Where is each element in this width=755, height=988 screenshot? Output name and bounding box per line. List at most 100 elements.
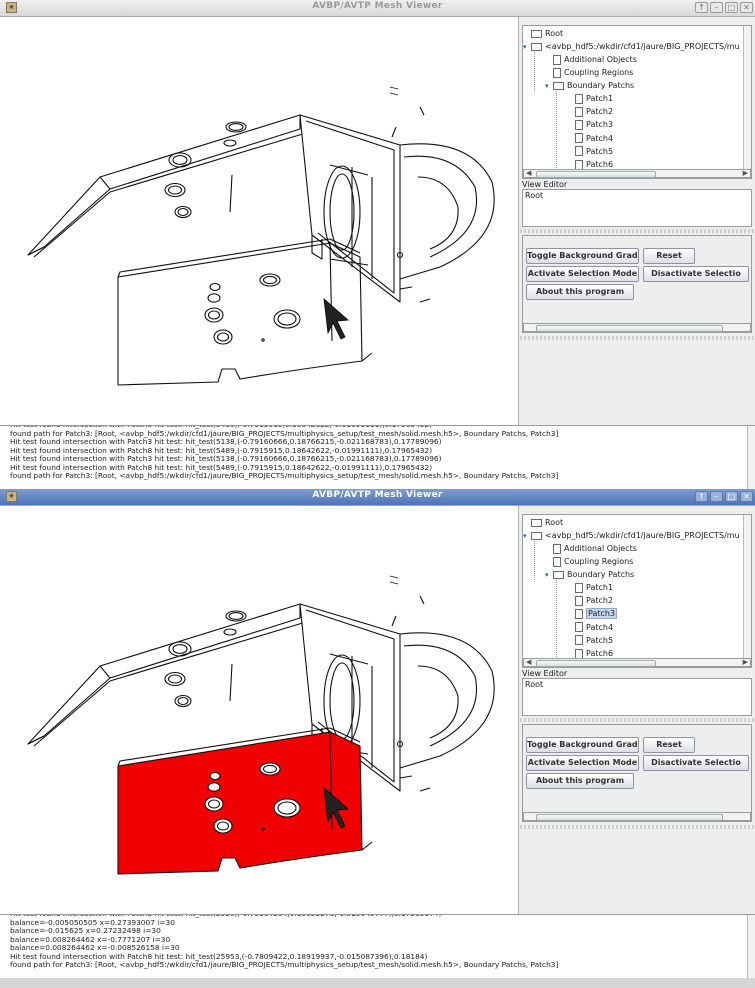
folder-icon: [553, 81, 564, 90]
panel-horizontal-scrollbar[interactable]: [523, 812, 751, 821]
tree-vertical-scrollbar[interactable]: [743, 515, 751, 665]
view-editor-value: Root: [525, 680, 544, 689]
log-line: found path for Patch3: [Root, <avbp_hdf5…: [10, 960, 559, 969]
tree-node-additional-objects[interactable]: Additional Objects: [553, 543, 637, 555]
file-icon: [553, 543, 561, 554]
deactivate-selection-button[interactable]: Disactivate Selectio: [643, 755, 749, 771]
tree-node-file[interactable]: ▾ <avbp_hdf5:/wkdir/cfd1/jaure/BIG_PROJEC…: [523, 41, 740, 53]
maximize-up-icon[interactable]: ↑: [695, 491, 708, 502]
tree-node-label: Boundary Patchs: [567, 81, 635, 90]
center-box: [299, 114, 401, 303]
tree-node-label: Patch4: [586, 622, 614, 632]
log-console[interactable]: Hit test found intersection with Patch3 …: [0, 914, 755, 978]
scroll-left-icon[interactable]: ◀: [526, 658, 531, 666]
close-icon[interactable]: ✕: [740, 2, 753, 13]
expand-toggle-icon[interactable]: ▾: [545, 569, 549, 581]
tree-node-file[interactable]: ▾ <avbp_hdf5:/wkdir/cfd1/jaure/BIG_PROJEC…: [523, 530, 740, 542]
scroll-right-icon[interactable]: ▶: [743, 169, 748, 177]
close-icon[interactable]: ✕: [740, 491, 753, 502]
deactivate-selection-button[interactable]: Disactivate Selectio: [643, 266, 749, 282]
minimize-icon[interactable]: –: [710, 491, 723, 502]
restore-icon[interactable]: □: [725, 2, 738, 13]
reset-button[interactable]: Reset: [643, 737, 695, 753]
view-editor-field[interactable]: Root: [522, 678, 752, 716]
tree-horizontal-scrollbar[interactable]: ◀ ▶: [523, 658, 751, 667]
tree-node-label: Patch5: [586, 635, 614, 645]
view-editor-field[interactable]: Root: [522, 189, 752, 227]
tree-node-coupling-regions[interactable]: Coupling Regions: [553, 556, 633, 568]
splitter[interactable]: [520, 825, 755, 829]
toggle-background-button[interactable]: Toggle Background Grad...: [526, 248, 639, 264]
mesh-geometry[interactable]: [0, 506, 518, 914]
tree-node-label: Additional Objects: [564, 544, 637, 553]
control-panel: Toggle Background Grad... Reset Activate S…: [522, 724, 752, 822]
view-editor-value: Root: [525, 191, 544, 200]
3d-viewport[interactable]: [0, 506, 519, 914]
tree-node-label: <avbp_hdf5:/wkdir/cfd1/jaure/BIG_PROJECT…: [545, 531, 740, 540]
activate-selection-button[interactable]: Activate Selection Mode: [526, 266, 639, 282]
file-icon: [575, 635, 583, 646]
scroll-thumb[interactable]: [536, 814, 723, 821]
minimize-icon[interactable]: –: [710, 2, 723, 13]
tree-node-patch2[interactable]: Patch2: [575, 106, 613, 118]
splitter[interactable]: [520, 718, 755, 722]
reset-button[interactable]: Reset: [643, 248, 695, 264]
toggle-background-button[interactable]: Toggle Background Grad...: [526, 737, 639, 753]
activate-selection-button[interactable]: Activate Selection Mode: [526, 755, 639, 771]
log-line: found path for Patch3: [Root, <avbp_hdf5…: [10, 471, 559, 480]
tree-node-patch5[interactable]: Patch5: [575, 635, 613, 647]
scroll-thumb[interactable]: [536, 660, 656, 667]
file-icon: [575, 93, 583, 104]
about-button[interactable]: About this program: [526, 773, 634, 789]
about-button[interactable]: About this program: [526, 284, 634, 300]
mesh-geometry[interactable]: [0, 17, 518, 425]
restore-icon[interactable]: □: [725, 491, 738, 502]
tree-node-patch4[interactable]: Patch4: [575, 622, 613, 634]
tree-node-boundary-patchs[interactable]: ▾ Boundary Patchs: [545, 80, 635, 92]
file-icon: [553, 54, 561, 65]
folder-icon: [531, 42, 542, 51]
file-icon: [575, 106, 583, 117]
tree-node-patch1[interactable]: Patch1: [575, 93, 613, 105]
panel-horizontal-scrollbar[interactable]: [523, 323, 751, 332]
title-bar[interactable]: ★ AVBP/AVTP Mesh Viewer ↑ – □ ✕: [0, 489, 755, 506]
tree-node-patch3[interactable]: Patch3: [575, 119, 613, 131]
scroll-thumb[interactable]: [536, 325, 723, 332]
splitter[interactable]: [520, 336, 755, 340]
expand-toggle-icon[interactable]: ▾: [523, 41, 527, 53]
lower-plate-holes: [204, 273, 301, 345]
tree-node-label: Patch1: [586, 583, 614, 592]
tree-node-coupling-regions[interactable]: Coupling Regions: [553, 67, 633, 79]
object-tree[interactable]: Root ▾ <avbp_hdf5:/wkdir/cfd1/jaure/BIG_PR…: [522, 514, 752, 668]
scroll-thumb[interactable]: [536, 171, 656, 178]
console-vertical-scrollbar[interactable]: [747, 915, 755, 978]
tree-node-label: Patch5: [586, 146, 614, 156]
control-panel: Toggle Background Grad... Reset Activate S…: [522, 235, 752, 333]
object-tree[interactable]: Root ▾ <avbp_hdf5:/wkdir/cfd1/jaure/BIG_PR…: [522, 25, 752, 179]
tree-node-patch5[interactable]: Patch5: [575, 146, 613, 158]
tree-node-root[interactable]: Root: [531, 28, 563, 40]
scroll-right-icon[interactable]: ▶: [743, 658, 748, 666]
tree-node-additional-objects[interactable]: Additional Objects: [553, 54, 637, 66]
expand-toggle-icon[interactable]: ▾: [545, 80, 549, 92]
tree-horizontal-scrollbar[interactable]: ◀ ▶: [523, 169, 751, 178]
expand-toggle-icon[interactable]: ▾: [523, 530, 527, 542]
folder-icon: [553, 570, 564, 579]
tree-node-label: Patch4: [586, 133, 614, 143]
tree-node-root[interactable]: Root: [531, 517, 563, 529]
tree-node-patch1[interactable]: Patch1: [575, 582, 613, 594]
tree-vertical-scrollbar[interactable]: [743, 26, 751, 176]
title-bar[interactable]: ★ AVBP/AVTP Mesh Viewer ↑ – □ ✕: [0, 0, 755, 17]
window-title: AVBP/AVTP Mesh Viewer: [312, 490, 443, 500]
tree-node-boundary-patchs[interactable]: ▾ Boundary Patchs: [545, 569, 634, 581]
console-vertical-scrollbar[interactable]: [747, 426, 755, 489]
tree-node-patch4[interactable]: Patch4: [575, 133, 613, 145]
3d-viewport[interactable]: [0, 17, 519, 425]
tree-node-patch3[interactable]: Patch3: [575, 608, 618, 620]
tree-node-patch2[interactable]: Patch2: [575, 595, 613, 607]
log-lines: Hit test found intersection with Patch8 …: [0, 426, 755, 481]
splitter[interactable]: [520, 229, 755, 233]
maximize-up-icon[interactable]: ↑: [695, 2, 708, 13]
log-console[interactable]: Hit test found intersection with Patch8 …: [0, 425, 755, 489]
scroll-left-icon[interactable]: ◀: [526, 169, 531, 177]
